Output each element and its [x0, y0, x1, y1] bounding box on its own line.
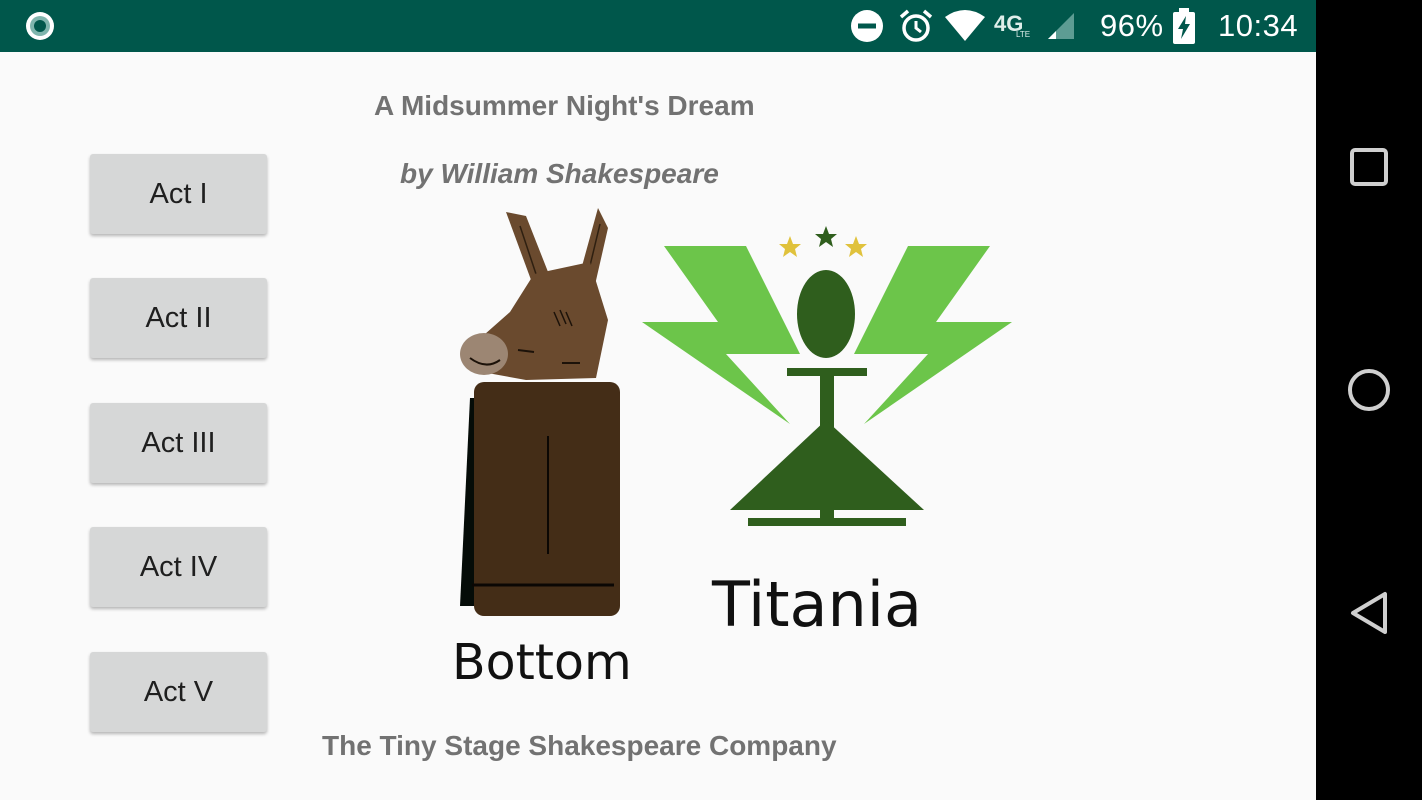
home-button[interactable]	[1316, 350, 1422, 430]
status-bar: 4G LTE 96% 10:34	[0, 0, 1316, 52]
titania-label: Titania	[712, 568, 923, 641]
clock: 10:34	[1218, 0, 1298, 52]
battery-percent: 96%	[1100, 0, 1164, 52]
alarm-icon	[898, 0, 934, 52]
do-not-disturb-icon	[850, 0, 884, 52]
donkey-snout	[460, 333, 508, 375]
app-content: A Midsummer Night's Dream by William Sha…	[0, 52, 1316, 800]
star-right	[845, 236, 867, 257]
titania-illustration	[642, 226, 1012, 526]
star-left	[779, 236, 801, 257]
clock-text: 10:34	[1218, 8, 1299, 43]
network-sub-text: LTE	[1016, 30, 1031, 39]
act-2-button[interactable]: Act II	[90, 278, 267, 358]
act-1-button[interactable]: Act I	[90, 154, 267, 234]
network-type-label: 4G LTE	[994, 0, 1030, 52]
bottom-label: Bottom	[452, 634, 632, 691]
titania-left-wing	[642, 246, 800, 424]
app-notification-icon	[24, 0, 56, 52]
bottom-cape	[460, 398, 474, 606]
play-author: by William Shakespeare	[400, 158, 719, 189]
act-4-button[interactable]: Act IV	[90, 527, 267, 607]
battery-percent-text: 96%	[1100, 8, 1164, 43]
titania-head	[797, 270, 855, 358]
cell-signal-icon	[1046, 0, 1076, 52]
act-5-button[interactable]: Act V	[90, 652, 267, 732]
wifi-icon	[944, 0, 986, 52]
titania-gown	[730, 420, 924, 510]
bottom-illustration	[460, 208, 620, 616]
play-title: A Midsummer Night's Dream	[374, 90, 755, 121]
titania-right-wing	[854, 246, 1012, 424]
recents-icon	[1350, 148, 1388, 186]
home-icon	[1348, 369, 1390, 411]
recents-button[interactable]	[1316, 127, 1422, 207]
back-icon	[1351, 592, 1387, 634]
company-name: The Tiny Stage Shakespeare Company	[322, 730, 837, 761]
battery-charging-icon	[1172, 0, 1196, 52]
act-3-button[interactable]: Act III	[90, 403, 267, 483]
star-center	[815, 226, 837, 247]
back-button[interactable]	[1316, 573, 1422, 653]
navigation-bar	[1316, 0, 1422, 800]
